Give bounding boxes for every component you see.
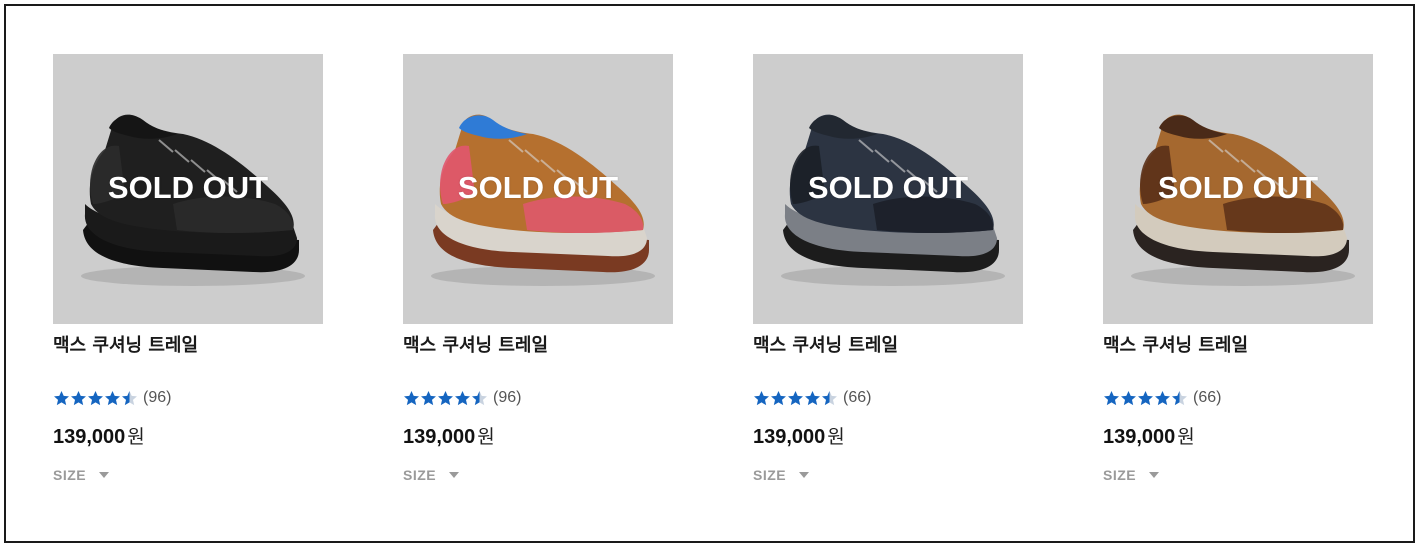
chevron-down-icon <box>799 472 810 478</box>
price-currency: 원 <box>127 426 145 448</box>
product-price: 139,000 원 <box>403 422 673 448</box>
product-image[interactable]: SOLD OUT <box>1103 54 1373 324</box>
product-list-frame: SOLD OUT 맥스 쿠셔닝 트레일 (96) 139,000 원 SIZE … <box>4 4 1415 543</box>
star-full-icon <box>70 390 87 407</box>
star-full-icon <box>787 390 804 407</box>
product-card[interactable]: SOLD OUT 맥스 쿠셔닝 트레일 (66) 139,000 원 SIZE <box>753 54 1023 484</box>
size-label: SIZE <box>403 467 437 483</box>
star-half-icon <box>1171 390 1188 407</box>
star-full-icon <box>437 390 454 407</box>
size-dropdown[interactable]: SIZE <box>403 466 673 484</box>
size-dropdown[interactable]: SIZE <box>53 466 323 484</box>
rating-stars <box>53 390 138 407</box>
rating-stars <box>753 390 838 407</box>
chevron-down-icon <box>99 472 110 478</box>
size-dropdown[interactable]: SIZE <box>753 466 1023 484</box>
star-full-icon <box>1137 390 1154 407</box>
sold-out-overlay: SOLD OUT <box>457 170 619 205</box>
star-full-icon <box>1120 390 1137 407</box>
product-name[interactable]: 맥스 쿠셔닝 트레일 <box>753 334 1023 358</box>
sold-out-overlay: SOLD OUT <box>107 170 269 205</box>
size-dropdown[interactable]: SIZE <box>1103 466 1373 484</box>
size-label: SIZE <box>53 467 87 483</box>
product-name[interactable]: 맥스 쿠셔닝 트레일 <box>53 334 323 358</box>
star-full-icon <box>1103 390 1120 407</box>
star-full-icon <box>804 390 821 407</box>
product-card[interactable]: SOLD OUT 맥스 쿠셔닝 트레일 (66) 139,000 원 SIZE <box>1103 54 1373 484</box>
review-count: (96) <box>143 389 172 406</box>
product-card[interactable]: SOLD OUT 맥스 쿠셔닝 트레일 (96) 139,000 원 SIZE <box>53 54 323 484</box>
price-value: 139,000 <box>53 426 126 448</box>
price-value: 139,000 <box>1103 426 1176 448</box>
product-price: 139,000 원 <box>753 422 1023 448</box>
star-full-icon <box>104 390 121 407</box>
product-price: 139,000 원 <box>1103 422 1373 448</box>
star-full-icon <box>1154 390 1171 407</box>
review-count: (96) <box>493 389 522 406</box>
price-currency: 원 <box>827 426 845 448</box>
product-rating: (96) <box>53 388 323 408</box>
review-count: (66) <box>843 389 872 406</box>
star-full-icon <box>454 390 471 407</box>
rating-stars <box>1103 390 1188 407</box>
review-count: (66) <box>1193 389 1222 406</box>
product-image[interactable]: SOLD OUT <box>403 54 673 324</box>
chevron-down-icon <box>1149 472 1160 478</box>
price-currency: 원 <box>1177 426 1195 448</box>
price-currency: 원 <box>477 426 495 448</box>
price-value: 139,000 <box>403 426 476 448</box>
chevron-down-icon <box>449 472 460 478</box>
star-full-icon <box>87 390 104 407</box>
star-full-icon <box>770 390 787 407</box>
product-image[interactable]: SOLD OUT <box>753 54 1023 324</box>
rating-stars <box>403 390 488 407</box>
star-full-icon <box>753 390 770 407</box>
star-half-icon <box>821 390 838 407</box>
product-rating: (96) <box>403 388 673 408</box>
star-full-icon <box>420 390 437 407</box>
size-label: SIZE <box>753 467 787 483</box>
product-rating: (66) <box>1103 388 1373 408</box>
product-name[interactable]: 맥스 쿠셔닝 트레일 <box>1103 334 1373 358</box>
sold-out-overlay: SOLD OUT <box>807 170 969 205</box>
sold-out-overlay: SOLD OUT <box>1157 170 1319 205</box>
product-name[interactable]: 맥스 쿠셔닝 트레일 <box>403 334 673 358</box>
star-full-icon <box>53 390 70 407</box>
price-value: 139,000 <box>753 426 826 448</box>
star-full-icon <box>403 390 420 407</box>
product-image[interactable]: SOLD OUT <box>53 54 323 324</box>
product-grid: SOLD OUT 맥스 쿠셔닝 트레일 (96) 139,000 원 SIZE … <box>53 54 1373 484</box>
product-rating: (66) <box>753 388 1023 408</box>
star-half-icon <box>471 390 488 407</box>
star-half-icon <box>121 390 138 407</box>
product-card[interactable]: SOLD OUT 맥스 쿠셔닝 트레일 (96) 139,000 원 SIZE <box>403 54 673 484</box>
product-price: 139,000 원 <box>53 422 323 448</box>
size-label: SIZE <box>1103 467 1137 483</box>
